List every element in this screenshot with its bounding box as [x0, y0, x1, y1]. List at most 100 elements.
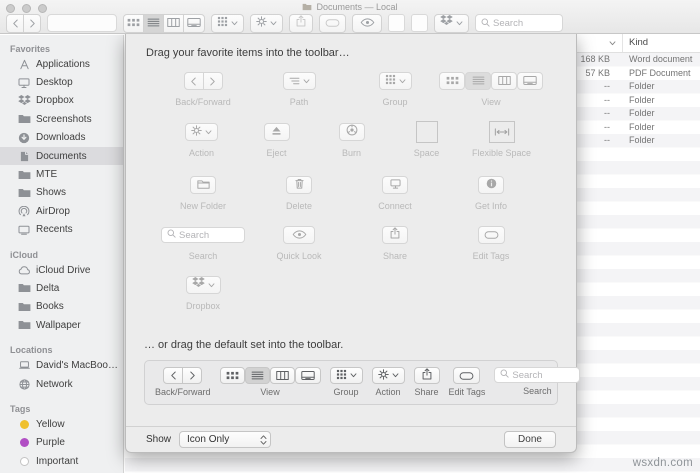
list-view-button[interactable] — [244, 367, 270, 384]
dropbox-icon — [440, 14, 453, 32]
sidebar-item-wallpaper[interactable]: Wallpaper — [0, 316, 123, 334]
default-group[interactable]: Group — [329, 367, 363, 397]
sidebar-item-downloads[interactable]: Downloads — [0, 129, 123, 147]
file-size: 57 KB — [585, 67, 610, 78]
column-view-button[interactable] — [269, 367, 295, 384]
item-get-info[interactable]: Get Info — [443, 174, 539, 211]
item-connect[interactable]: Connect — [347, 174, 443, 211]
sidebar-item-documents[interactable]: Documents — [0, 146, 123, 166]
search-icon — [500, 369, 510, 381]
sidebar-item-network[interactable]: Network — [0, 375, 123, 393]
kind-column-header[interactable]: Kind — [629, 37, 648, 48]
default-set-panel[interactable]: Back/Forward View Group Action Share Edi… — [144, 360, 581, 405]
item-quick-look[interactable]: Quick Look — [251, 224, 347, 261]
item-path[interactable]: Path — [251, 70, 347, 107]
sidebar-item-screenshots[interactable]: Screenshots — [0, 110, 123, 128]
done-button[interactable]: Done — [504, 431, 556, 448]
space-placeholder[interactable] — [411, 14, 428, 32]
sidebar-item-yellow[interactable]: Yellow — [0, 415, 123, 433]
item-search[interactable]: Search — [155, 224, 251, 261]
file-kind: Folder — [629, 94, 655, 105]
item-group[interactable]: Group — [347, 70, 443, 107]
icon-view-icon — [446, 72, 459, 90]
search-field[interactable] — [494, 367, 581, 383]
chevron-updown-icon — [260, 434, 267, 445]
item-view[interactable]: View — [439, 70, 543, 107]
sidebar-item-delta[interactable]: Delta — [0, 279, 123, 297]
icon-view-button[interactable] — [123, 13, 144, 33]
coverflow-view-button[interactable] — [294, 367, 321, 384]
share-icon — [390, 226, 400, 244]
sidebar-item-recents[interactable]: Recents — [0, 221, 123, 239]
icon-view-button[interactable] — [219, 367, 245, 384]
item-delete[interactable]: Delete — [251, 174, 347, 211]
search-input[interactable] — [493, 17, 557, 29]
list-view-button[interactable] — [143, 13, 164, 33]
forward-button[interactable] — [182, 367, 203, 384]
coverflow-view-button[interactable] — [517, 72, 543, 90]
item-dropbox[interactable]: Dropbox — [155, 274, 251, 311]
sidebar-item-dropbox[interactable]: Dropbox — [0, 92, 123, 110]
chevron-right-icon — [189, 371, 196, 380]
coverflow-view-button[interactable] — [183, 13, 205, 33]
item-edit-tags[interactable]: Edit Tags — [443, 224, 539, 261]
icon-view-button[interactable] — [439, 72, 465, 90]
sidebar-section-locations: Locations — [10, 345, 53, 356]
space-placeholder[interactable] — [388, 14, 405, 32]
item-burn[interactable]: Burn — [314, 121, 389, 158]
item-new-folder[interactable]: New Folder — [155, 174, 251, 211]
group-icon — [217, 14, 228, 32]
sidebar-item-books[interactable]: Books — [0, 298, 123, 316]
back-button[interactable] — [6, 13, 24, 33]
default-back-forward[interactable]: Back/Forward — [155, 367, 211, 397]
sidebar-item-desktop[interactable]: Desktop — [0, 73, 123, 91]
item-space[interactable]: Space — [389, 121, 464, 158]
sidebar-item-purple[interactable]: Purple — [0, 434, 123, 452]
toolbar-search-field[interactable] — [475, 14, 563, 32]
sidebar-item-label: Wallpaper — [36, 319, 81, 331]
space-box[interactable] — [415, 121, 438, 143]
quick-look-button[interactable] — [352, 13, 382, 33]
item-flexible-space[interactable]: Flexible Space — [464, 121, 539, 158]
sidebar-item-label: Documents — [36, 150, 87, 162]
edit-tags-button[interactable] — [319, 13, 346, 33]
sidebar-item-airdrop[interactable]: AirDrop — [0, 202, 123, 220]
column-view-button[interactable] — [491, 72, 517, 90]
forward-button[interactable] — [23, 13, 41, 33]
show-popup[interactable]: Icon Only — [179, 431, 272, 448]
search-input[interactable] — [512, 369, 575, 381]
default-search[interactable]: Search — [494, 367, 581, 396]
sidebar-item-shows[interactable]: Shows — [0, 184, 123, 202]
action-dropdown[interactable] — [250, 13, 283, 33]
sidebar-item-david-s-macboo[interactable]: David's MacBoo… — [0, 356, 123, 374]
search-input[interactable] — [179, 229, 239, 241]
double-arrow-icon — [494, 123, 510, 141]
sidebar-item-mte[interactable]: MTE — [0, 165, 123, 183]
forward-button[interactable] — [202, 72, 223, 90]
sidebar-item-icloud-drive[interactable]: iCloud Drive — [0, 261, 123, 279]
sidebar-item-applications[interactable]: Applications — [0, 55, 123, 73]
dropbox-dropdown[interactable] — [434, 13, 469, 33]
default-view[interactable]: View — [219, 367, 321, 397]
toolbar-drop-placeholder[interactable] — [47, 14, 117, 32]
back-button[interactable] — [163, 367, 184, 384]
item-action[interactable]: Action — [164, 121, 239, 158]
default-edit-tags[interactable]: Edit Tags — [449, 367, 485, 397]
column-divider[interactable] — [622, 34, 623, 52]
flexible-space-box[interactable] — [488, 121, 515, 143]
item-back-forward[interactable]: Back/Forward — [155, 70, 251, 107]
back-button[interactable] — [183, 72, 204, 90]
search-field[interactable] — [161, 227, 245, 243]
item-share[interactable]: Share — [347, 224, 443, 261]
item-eject[interactable]: Eject — [239, 121, 314, 158]
default-action[interactable]: Action — [371, 367, 405, 397]
david-s-macboo-icon — [17, 359, 31, 372]
group-dropdown[interactable] — [211, 13, 244, 33]
column-view-button[interactable] — [163, 13, 184, 33]
default-share[interactable]: Share — [413, 367, 440, 397]
share-button[interactable] — [289, 13, 313, 33]
sidebar-item-important[interactable]: Important — [0, 452, 123, 470]
list-view-button[interactable] — [465, 72, 491, 90]
sort-chevron-icon[interactable] — [609, 38, 616, 49]
downloads-icon — [17, 131, 31, 144]
